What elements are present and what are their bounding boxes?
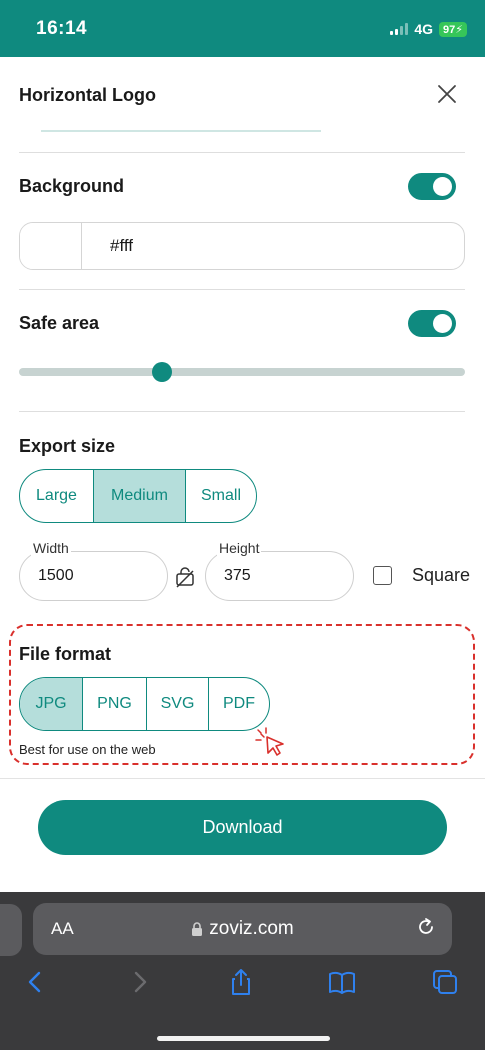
divider xyxy=(19,289,465,290)
width-input[interactable] xyxy=(38,567,158,585)
browser-toolbar xyxy=(0,967,485,1007)
height-label: Height xyxy=(217,540,262,556)
divider xyxy=(0,778,485,779)
size-option-small[interactable]: Small xyxy=(185,470,256,522)
color-swatch[interactable] xyxy=(20,223,82,269)
battery-level: 97 xyxy=(443,23,456,36)
size-option-large[interactable]: Large xyxy=(20,470,93,522)
height-field[interactable] xyxy=(205,551,354,601)
format-option-svg[interactable]: SVG xyxy=(146,678,208,730)
background-toggle[interactable] xyxy=(408,173,456,200)
sheet-title: Horizontal Logo xyxy=(19,85,156,105)
export-size-label: Export size xyxy=(19,436,116,456)
share-icon[interactable] xyxy=(226,967,256,997)
divider xyxy=(19,411,465,412)
safe-area-toggle[interactable] xyxy=(408,310,456,337)
toggle-knob xyxy=(433,177,452,196)
url-display[interactable]: zoviz.com xyxy=(33,918,452,940)
color-value: #fff xyxy=(110,236,134,255)
browser-bar: AA zoviz.com xyxy=(0,892,485,1050)
safe-area-slider-track[interactable] xyxy=(19,368,465,376)
download-button[interactable]: Download xyxy=(38,800,447,855)
url-text: zoviz.com xyxy=(209,918,294,939)
square-label: Square xyxy=(412,565,471,585)
network-label: 4G xyxy=(414,21,434,37)
lock-icon xyxy=(192,921,203,936)
square-checkbox[interactable] xyxy=(373,566,392,585)
close-icon[interactable] xyxy=(435,82,459,106)
status-bar: 16:14 4G 97⚡ xyxy=(0,0,485,57)
background-color-field[interactable]: #fff xyxy=(19,222,465,270)
file-format-selector: JPG PNG SVG PDF xyxy=(19,677,270,731)
pointer-click-icon xyxy=(255,727,284,756)
previous-tab-peek[interactable] xyxy=(0,904,22,956)
reload-icon[interactable] xyxy=(415,916,437,938)
format-option-pdf[interactable]: PDF xyxy=(208,678,269,730)
sheet-header: Horizontal Logo xyxy=(0,57,485,132)
size-option-medium[interactable]: Medium xyxy=(93,470,185,522)
status-time: 16:14 xyxy=(36,18,88,39)
height-input[interactable] xyxy=(224,567,344,585)
address-bar[interactable]: AA zoviz.com xyxy=(33,903,452,955)
background-label: Background xyxy=(19,176,125,196)
toggle-knob xyxy=(433,314,452,333)
width-field[interactable] xyxy=(19,551,168,601)
file-format-label: File format xyxy=(19,644,112,664)
format-hint: Best for use on the web xyxy=(19,742,156,757)
home-indicator xyxy=(157,1036,330,1041)
format-option-png[interactable]: PNG xyxy=(82,678,146,730)
back-icon[interactable] xyxy=(21,967,51,997)
bookmarks-icon[interactable] xyxy=(327,967,357,997)
battery-icon: 97⚡ xyxy=(439,21,467,37)
tab-indicator xyxy=(41,130,321,132)
safe-area-slider-thumb[interactable] xyxy=(151,362,172,382)
status-indicators: 4G 97⚡ xyxy=(390,21,467,37)
signal-icon xyxy=(390,23,409,35)
unlink-ratio-icon[interactable] xyxy=(174,567,196,589)
tabs-icon[interactable] xyxy=(430,967,460,997)
divider xyxy=(19,152,465,153)
safe-area-label: Safe area xyxy=(19,313,100,333)
forward-icon[interactable] xyxy=(124,967,154,997)
export-size-selector: Large Medium Small xyxy=(19,469,257,523)
format-option-jpg[interactable]: JPG xyxy=(20,678,82,730)
width-label: Width xyxy=(31,540,71,556)
